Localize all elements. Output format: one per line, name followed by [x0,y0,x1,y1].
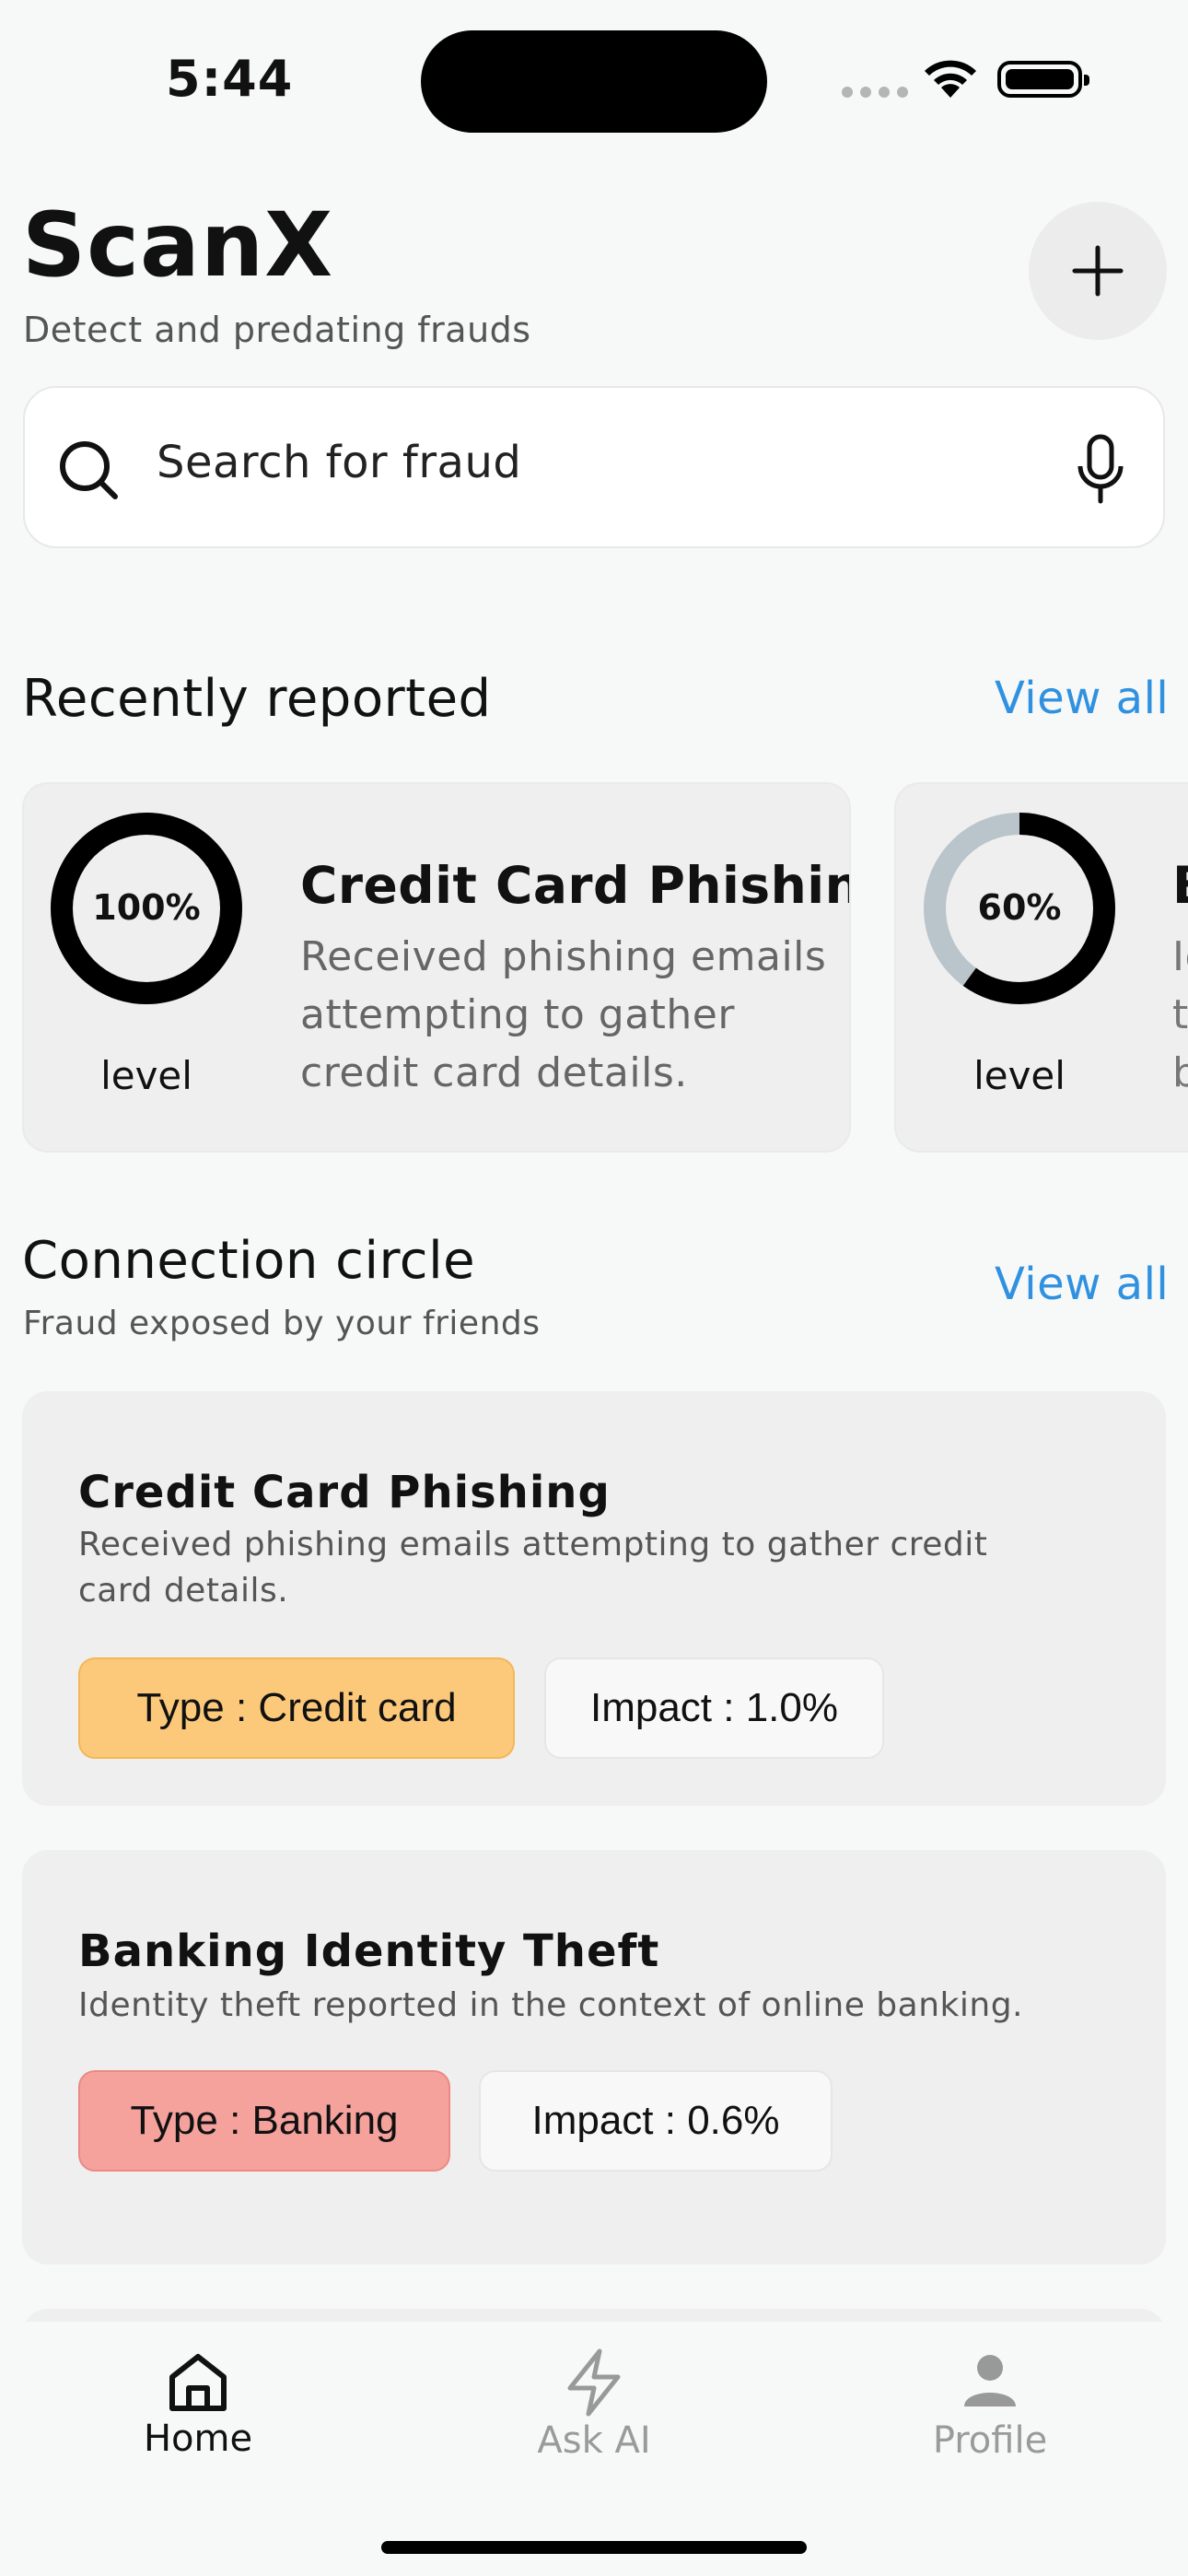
nav-label-profile: Profile [932,2419,1048,2462]
status-time: 5:44 [166,50,294,108]
person-icon [964,2355,1016,2406]
impact-badge: Impact : 0.6% [479,2070,833,2172]
type-badge: Type : Credit card [78,1657,515,1759]
impact-badge: Impact : 1.0% [544,1657,884,1759]
nav-item-ask-ai[interactable]: Ask AI [483,2340,705,2469]
nav-item-profile[interactable]: Profile [879,2340,1101,2469]
nav-label-home: Home [143,2418,253,2460]
level-label: level [973,1053,1066,1098]
app-title: ScanX [22,193,334,297]
add-button[interactable] [1029,202,1167,340]
search-icon [60,441,118,499]
connections-section-title: Connection circle [22,1231,476,1291]
battery-icon [997,61,1089,98]
home-icon [169,2354,227,2411]
connections-view-all-link[interactable]: View all [995,1259,1169,1310]
recent-card-description: Id t b [1172,933,1188,1096]
search-input[interactable]: Search for fraud [157,437,521,488]
level-percent: 60% [977,887,1062,928]
cellular-signal-icon [842,87,908,98]
nav-item-home[interactable]: Home [87,2340,309,2469]
recent-section-title: Recently reported [22,669,492,729]
recent-card-title: B [1172,856,1188,915]
connections-section-subtitle: Fraud exposed by your friends [23,1305,541,1342]
connection-card-title: Credit Card Phishing [78,1467,611,1518]
recent-card-description: Received phishing emails attempting to g… [300,933,827,1096]
level-label: level [100,1053,192,1098]
type-badge: Type : Banking [78,2070,450,2172]
level-percent: 100% [92,887,201,928]
connection-card-description: Identity theft reported in the context o… [78,1986,1023,2024]
microphone-icon[interactable] [1073,433,1128,507]
connection-card[interactable] [22,1850,1166,2265]
lightning-icon [567,2348,621,2417]
recent-card-title: Credit Card Phishing [300,856,851,915]
nav-label-ask-ai: Ask AI [537,2419,651,2462]
home-indicator [381,2541,807,2554]
connection-card-description: Received phishing emails attempting to g… [78,1526,988,1610]
recent-view-all-link[interactable]: View all [995,673,1169,724]
app-subtitle: Detect and predating frauds [23,310,531,350]
wifi-icon [925,60,976,98]
plus-icon [1072,245,1124,297]
recent-card[interactable]: 100% level Credit Card Phishing Received… [22,782,851,1153]
connection-card-title: Banking Identity Theft [78,1926,660,1977]
dynamic-island [421,30,767,133]
recent-card[interactable]: 60% level B Id t b [894,782,1188,1153]
